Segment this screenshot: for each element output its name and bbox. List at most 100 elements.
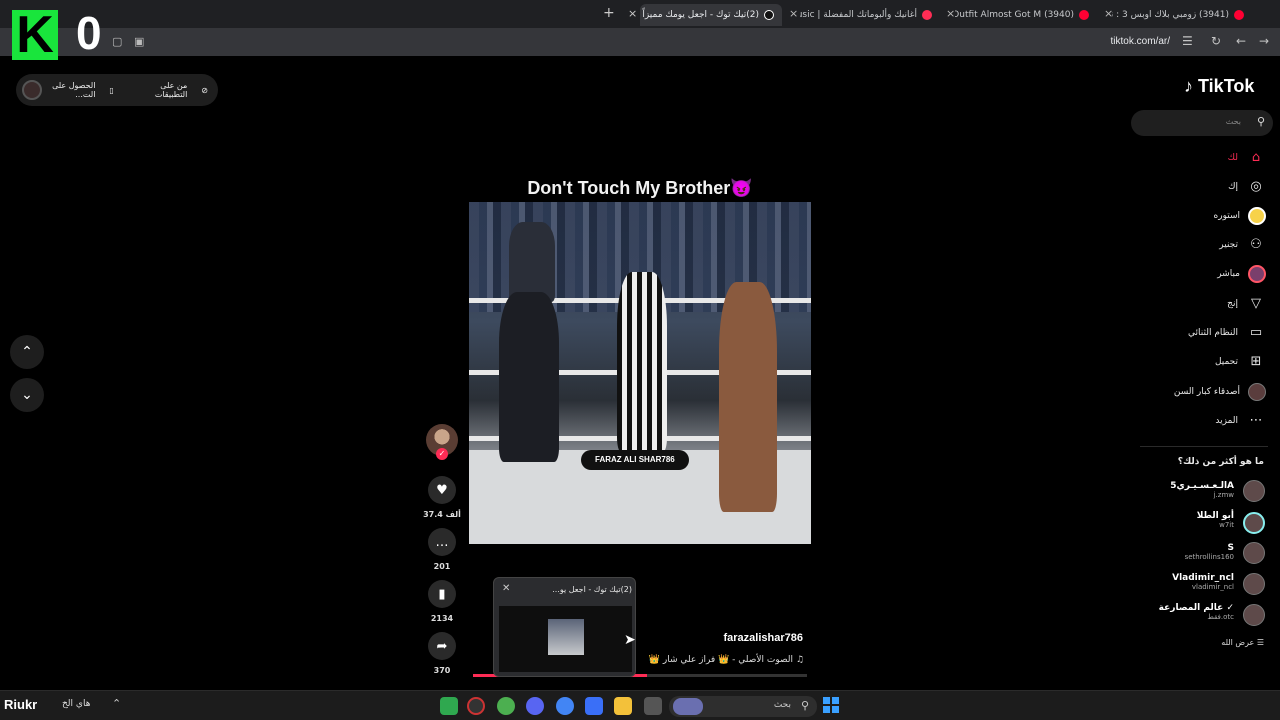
suggested-account[interactable]: أبو الطلا w7it bbox=[1197, 511, 1234, 529]
youtube-favicon-icon bbox=[1234, 10, 1244, 20]
comment-icon: … bbox=[435, 534, 449, 550]
taskbar-window-preview[interactable]: ✕ (2)تيك توك - اجعل يو... bbox=[493, 577, 636, 677]
browser-tab-3[interactable]: أغانيك وألبوماتك المفضلة | Music bbox=[800, 4, 940, 26]
search-input[interactable]: بحث ⚲ bbox=[1131, 110, 1273, 136]
browser-tab-1[interactable]: (3941) زومبي بلاك اوبس 3 : نيوك bbox=[1112, 4, 1252, 26]
tiktok-logo[interactable]: ♪ TikTok bbox=[1184, 76, 1254, 97]
show-all-link[interactable]: ☰ عرض الله bbox=[1221, 638, 1264, 647]
sidebar-item-messages[interactable]: ▭ النظام الثنائي bbox=[1188, 323, 1266, 343]
chrome-icon[interactable] bbox=[556, 697, 574, 715]
account-avatar[interactable] bbox=[1243, 480, 1265, 502]
compass-icon: ◎ bbox=[1250, 179, 1262, 194]
url-field[interactable]: tiktok.com/ar/ bbox=[1111, 36, 1170, 47]
comment-button[interactable]: … bbox=[428, 528, 456, 556]
chrome-icon[interactable] bbox=[497, 697, 515, 715]
sidebar-item-upload[interactable]: ⊞ تحميل bbox=[1215, 352, 1266, 372]
account-avatar[interactable] bbox=[1243, 512, 1265, 534]
share-button[interactable]: ➦ bbox=[428, 632, 456, 660]
extensions-icon[interactable]: ▣ bbox=[134, 35, 144, 48]
get-app-label-1: من على التطبيقات bbox=[154, 81, 188, 99]
sidebar-item-following[interactable]: ⚇ تجنير bbox=[1219, 235, 1266, 255]
suggested-account[interactable]: الـعـسـيـري5A j.zmw bbox=[1170, 481, 1234, 499]
wrestler-figure bbox=[499, 292, 559, 462]
profile-avatar-icon bbox=[1248, 383, 1266, 401]
sidebar-divider bbox=[1140, 446, 1268, 447]
taskbar-search[interactable]: بحث ⚲ bbox=[669, 696, 817, 717]
chevron-up-icon[interactable]: ⌃ bbox=[112, 697, 121, 710]
tune-icon[interactable]: ☰ bbox=[1182, 34, 1193, 48]
preview-video-thumbnail bbox=[548, 619, 584, 655]
reload-icon[interactable]: ↻ bbox=[1211, 34, 1221, 48]
phone-icon: ▯ bbox=[109, 85, 114, 95]
wrestler-figure bbox=[509, 222, 555, 302]
app-icon[interactable] bbox=[467, 697, 485, 715]
store-icon[interactable] bbox=[585, 697, 603, 715]
close-tab-icon[interactable]: × bbox=[789, 7, 798, 20]
live-avatar-icon bbox=[1248, 265, 1266, 283]
suggested-account[interactable]: S sethrollins160 bbox=[1185, 543, 1234, 561]
search-icon[interactable]: ⚲ bbox=[1257, 115, 1265, 128]
sidebar-item-inbox[interactable]: ▽ إنج bbox=[1227, 294, 1266, 314]
account-avatar[interactable] bbox=[1243, 542, 1265, 564]
suggested-account[interactable]: Vladimir_ncl vladimir_ncl bbox=[1172, 573, 1234, 591]
forward-icon[interactable]: ← bbox=[1236, 34, 1246, 48]
next-video-button[interactable]: ⌄ bbox=[10, 378, 44, 412]
upload-icon: ⊞ bbox=[1250, 354, 1262, 369]
bookmark-icon: ▮ bbox=[438, 586, 446, 602]
video-username[interactable]: farazalishar786 bbox=[700, 632, 804, 644]
previous-video-button[interactable]: ⌃ bbox=[10, 335, 44, 369]
sidebar-item-live[interactable]: مباشر bbox=[1217, 264, 1266, 284]
window-icon[interactable] bbox=[644, 697, 662, 715]
home-icon: ⌂ bbox=[1251, 150, 1261, 165]
close-icon[interactable]: ✕ bbox=[502, 583, 510, 594]
search-icon: ⚲ bbox=[800, 699, 809, 712]
following-icon: ⚇ bbox=[1250, 237, 1262, 252]
sidebar-item-more[interactable]: ⋯ المزيد bbox=[1215, 411, 1266, 431]
more-icon: ⋯ bbox=[1249, 413, 1263, 428]
account-avatar[interactable] bbox=[1243, 573, 1265, 595]
search-highlight-icon bbox=[673, 698, 703, 715]
follow-check-icon[interactable]: ✓ bbox=[436, 448, 448, 460]
folder-icon[interactable] bbox=[614, 697, 632, 715]
account-avatar[interactable] bbox=[1243, 604, 1265, 626]
share-count: 370 bbox=[433, 666, 451, 675]
video-player[interactable]: FARAZ ALI SHAR786 bbox=[469, 202, 811, 544]
devil-emoji: 😈 bbox=[730, 178, 753, 198]
taskbar: بحث ⚲ bbox=[0, 690, 1280, 720]
share-icon: ➦ bbox=[436, 638, 448, 654]
video-watermark: FARAZ ALI SHAR786 bbox=[581, 450, 689, 470]
music-note-icon: ♫ bbox=[793, 655, 804, 665]
sidebar-item-for-you[interactable]: ⌂ لك bbox=[1228, 148, 1266, 168]
avatar[interactable] bbox=[22, 80, 42, 100]
tray-text: هاي الخ bbox=[62, 699, 91, 709]
list-icon: ☰ bbox=[1254, 638, 1264, 647]
close-tab-icon[interactable]: × bbox=[946, 7, 955, 20]
like-button[interactable]: ♥ bbox=[428, 476, 456, 504]
get-app-pill[interactable]: ⊘ من على التطبيقات ▯ الحصول على الت... bbox=[16, 74, 218, 106]
suggested-accounts-title: ما هو أكثر من ذلك؟ bbox=[1177, 457, 1264, 467]
music-favicon-icon bbox=[922, 10, 932, 20]
browser-tab-2[interactable]: (3940) This Outfit Almost Got M bbox=[955, 4, 1097, 26]
window-icon[interactable]: ▢ bbox=[112, 35, 122, 48]
preview-thumbnail[interactable] bbox=[499, 606, 632, 672]
inbox-icon: ▽ bbox=[1251, 296, 1261, 311]
app-icon[interactable] bbox=[440, 697, 458, 715]
windows-start-icon[interactable] bbox=[823, 697, 839, 713]
discord-icon[interactable] bbox=[526, 697, 544, 715]
chevron-up-icon: ⌃ bbox=[21, 344, 33, 360]
messages-icon: ▭ bbox=[1249, 325, 1263, 340]
new-tab-button[interactable]: + bbox=[603, 5, 615, 21]
browser-tab-active[interactable]: (2)تيك توك - اجعل يومك مميزاً bbox=[640, 4, 782, 26]
back-icon[interactable]: → bbox=[1259, 34, 1269, 48]
close-tab-icon[interactable]: × bbox=[1104, 7, 1113, 20]
sidebar-item-profile[interactable]: أصدقاء كبار السن bbox=[1174, 382, 1266, 402]
sidebar-item-explore[interactable]: ◎ إك bbox=[1228, 177, 1266, 197]
music-label[interactable]: ♫ الصوت الأصلي - 👑 فراز علي شار 👑 bbox=[636, 655, 804, 665]
suggested-account[interactable]: عالم المصارعة ✓ فقط.otc bbox=[1159, 603, 1234, 621]
sidebar-item-store[interactable]: استوره bbox=[1214, 206, 1266, 226]
close-active-tab-icon[interactable]: × bbox=[628, 7, 637, 20]
referee-figure bbox=[617, 272, 667, 452]
k-logo: K bbox=[12, 9, 58, 61]
save-button[interactable]: ▮ bbox=[428, 580, 456, 608]
chevron-down-icon: ⌄ bbox=[21, 387, 33, 403]
